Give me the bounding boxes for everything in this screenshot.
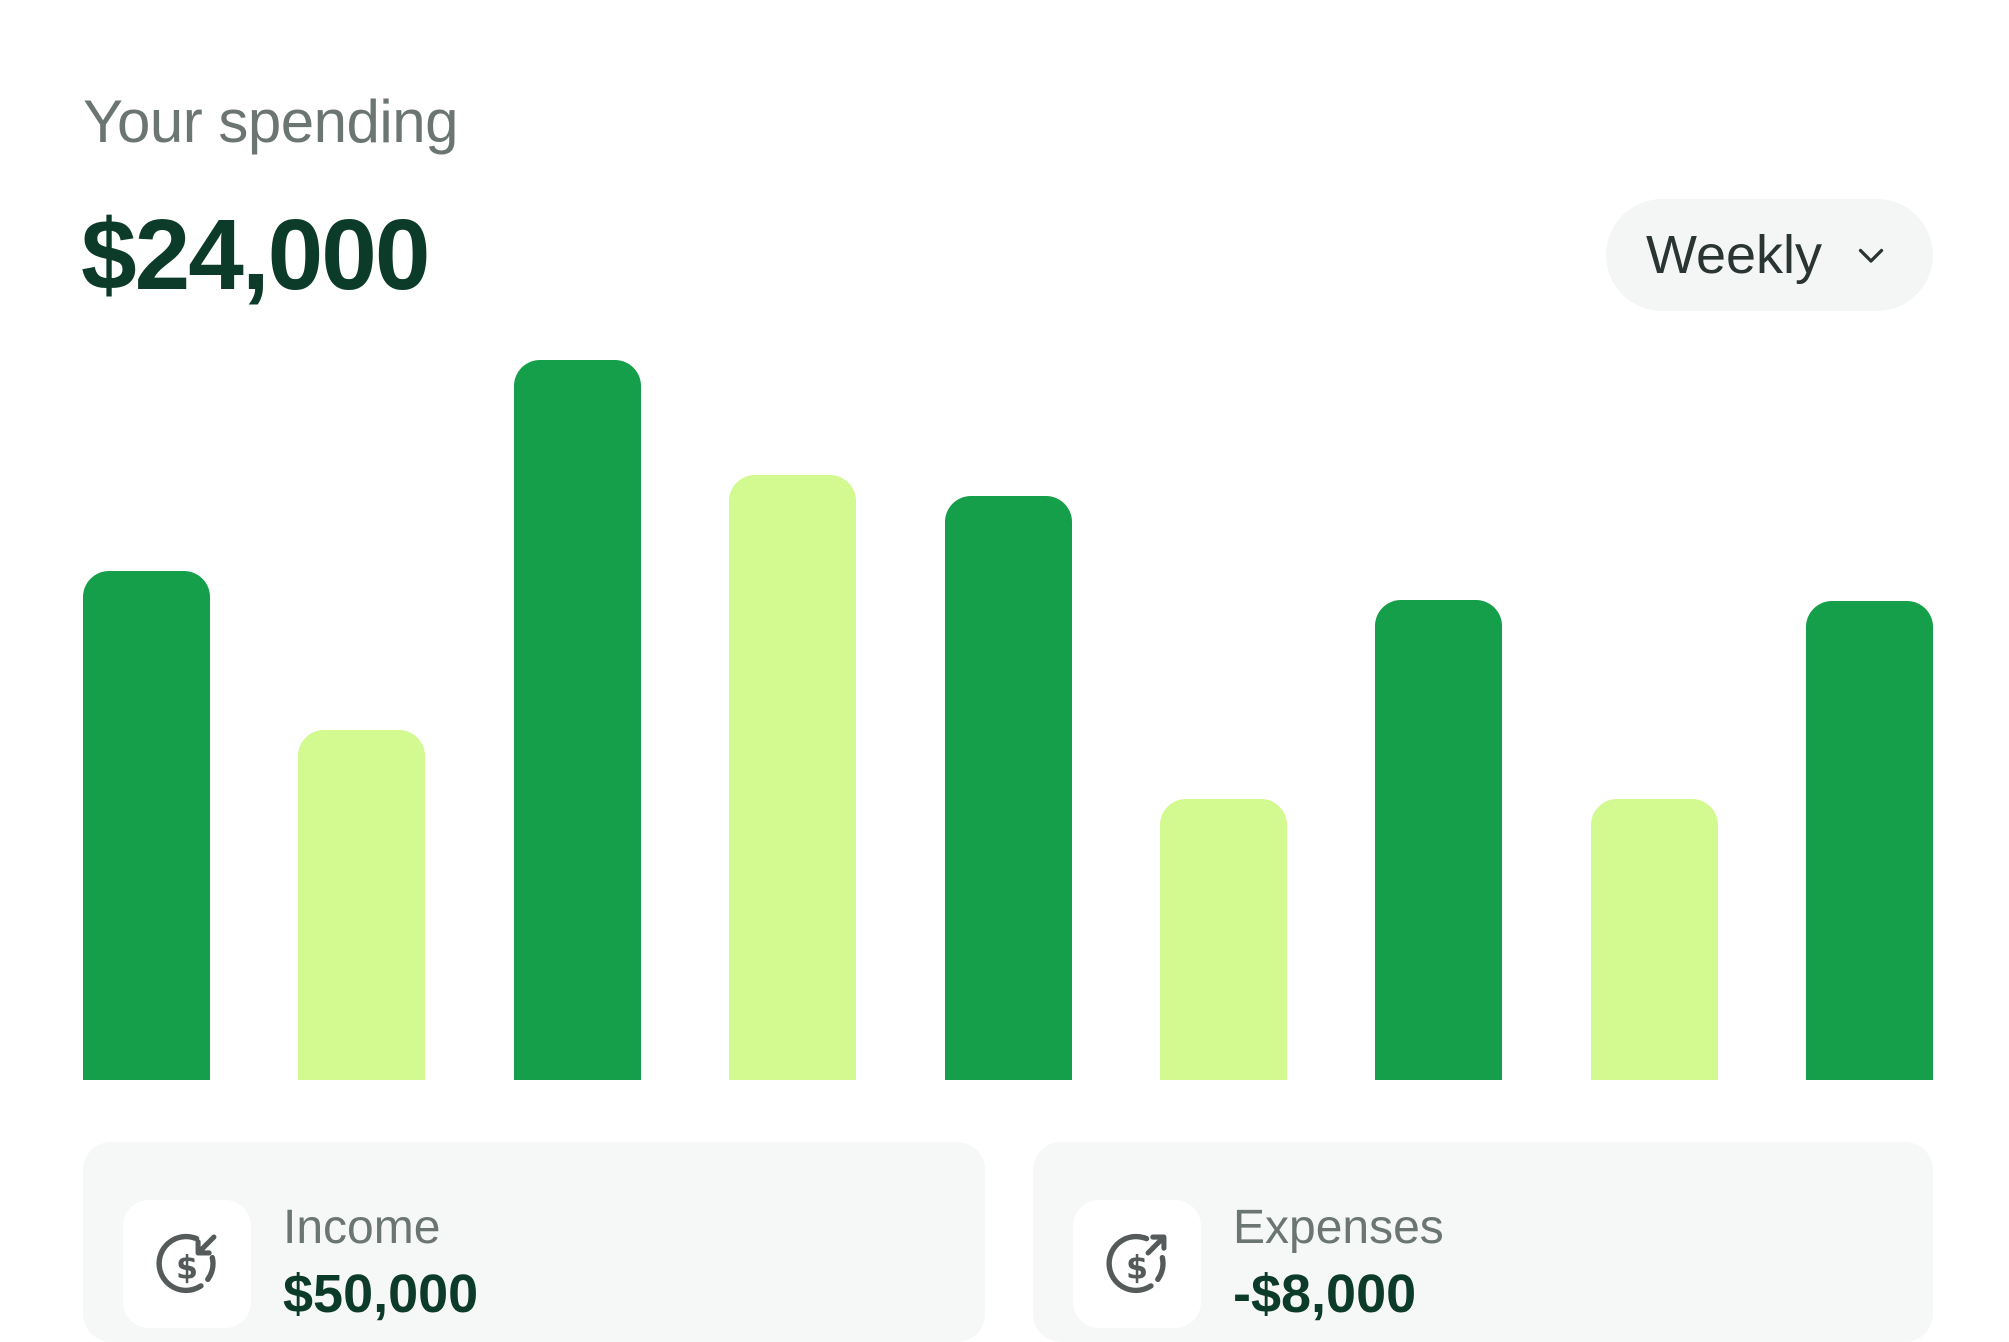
svg-text:$: $	[1126, 1250, 1148, 1286]
dollar-arrow-out-icon: $	[1106, 1233, 1167, 1294]
period-dropdown-label: Weekly	[1646, 225, 1823, 285]
chart-bar	[1375, 600, 1502, 1080]
income-value: $50,000	[283, 1264, 479, 1324]
chart-bar	[1591, 799, 1718, 1080]
period-dropdown[interactable]: Weekly	[1606, 199, 1933, 311]
income-summary-card[interactable]: $ Income $50,000	[83, 1142, 985, 1342]
expenses-icon-box: $	[1073, 1200, 1201, 1328]
expenses-value: -$8,000	[1233, 1264, 1417, 1324]
spending-amount: $24,000	[81, 199, 430, 311]
chart-bar	[298, 730, 425, 1080]
chart-bar	[1806, 601, 1933, 1080]
chart-bar	[83, 571, 210, 1080]
spending-bar-chart	[83, 360, 1933, 1080]
income-label: Income	[283, 1201, 441, 1254]
chevron-down-icon	[1852, 236, 1890, 274]
income-icon-box: $	[123, 1200, 251, 1328]
dollar-arrow-in-icon: $	[156, 1233, 217, 1294]
chart-bar	[945, 496, 1072, 1080]
card-title: Your spending	[83, 88, 458, 155]
spending-card: Your spending $24,000 Weekly $ Income $5…	[0, 0, 2009, 1342]
chart-bar	[514, 360, 641, 1080]
chart-bar	[1160, 799, 1287, 1080]
expenses-summary-card[interactable]: $ Expenses -$8,000	[1033, 1142, 1933, 1342]
svg-text:$: $	[176, 1250, 198, 1286]
expenses-label: Expenses	[1233, 1201, 1444, 1254]
chart-bar	[729, 475, 856, 1080]
